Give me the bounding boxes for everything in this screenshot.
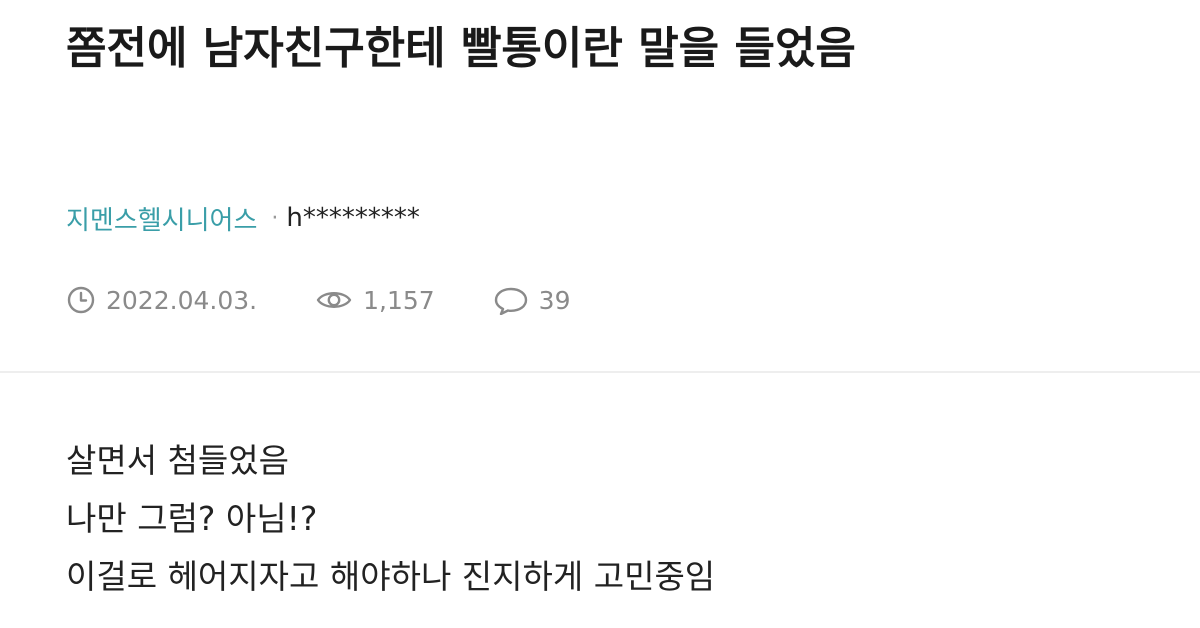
body-line: 살면서 첨들었음: [66, 441, 290, 480]
board-link[interactable]: 지멘스헬시니어스: [66, 200, 257, 237]
body-line: 이걸로 헤어지자고 해야하나 진지하게 고민중임: [66, 557, 716, 596]
post-date-text: 2022.04.03.: [106, 285, 258, 315]
clock-icon: [66, 285, 96, 315]
post-title: 쫌전에 남자친구한테 빨통이란 말을 들었음: [66, 23, 856, 74]
post-comments[interactable]: 39: [493, 285, 571, 315]
author-line: 지멘스헬시니어스 · h*********: [66, 198, 420, 238]
author-separator: ·: [271, 205, 279, 231]
post-body: 살면서 첨들었음 나만 그럼? 아님!? 이걸로 헤어지자고 해야하나 진지하게…: [66, 432, 1166, 606]
post-views: 1,157: [315, 285, 435, 315]
post-views-count: 1,157: [363, 285, 435, 315]
author-name[interactable]: h*********: [286, 203, 419, 233]
post-stats: 2022.04.03. 1,157 39: [66, 280, 570, 320]
speech-bubble-icon: [493, 285, 529, 315]
post-comments-count: 39: [538, 285, 571, 315]
body-line: 나만 그럼? 아님!?: [66, 499, 318, 538]
header-divider: [0, 371, 1200, 373]
post-header: 쫌전에 남자친구한테 빨통이란 말을 들었음 지멘스헬시니어스 · h*****…: [0, 0, 1200, 370]
eye-icon: [315, 285, 353, 315]
post-date: 2022.04.03.: [66, 285, 257, 315]
